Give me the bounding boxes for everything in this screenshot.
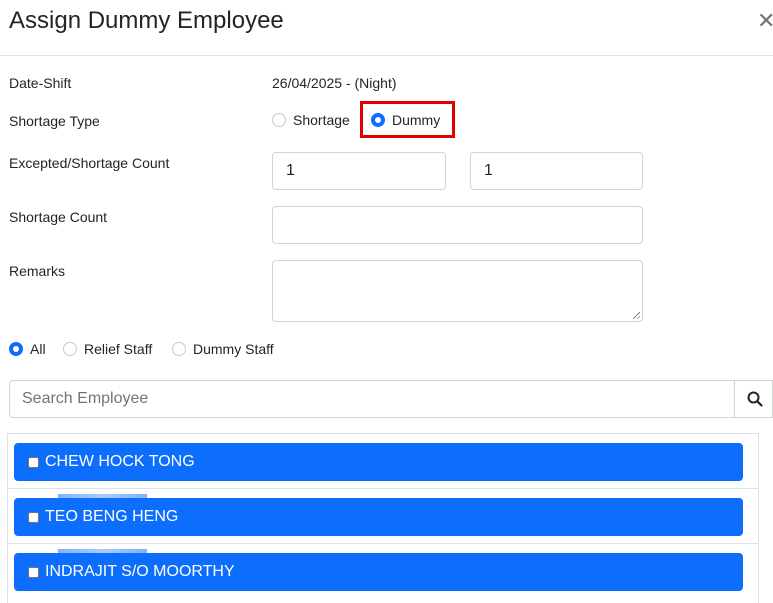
shortage-count-label: Shortage Count	[9, 209, 108, 225]
filter-relief-label: Relief Staff	[84, 341, 153, 357]
employee-name: CHEW HOCK TONG	[45, 453, 195, 470]
radio-shortage-circle[interactable]	[272, 113, 286, 127]
filter-dummy-circle[interactable]	[172, 342, 186, 356]
filter-relief-staff[interactable]: Relief Staff	[63, 341, 152, 357]
radio-shortage[interactable]: Shortage	[272, 112, 350, 128]
search-input[interactable]	[10, 381, 734, 417]
search-button[interactable]	[734, 380, 773, 418]
employee-row[interactable]: CHEW HOCK TONG	[14, 443, 743, 481]
employee-checkbox[interactable]	[28, 511, 39, 523]
date-shift-label: Date-Shift	[9, 75, 72, 91]
expected-count-label: Excepted/Shortage Count	[9, 155, 170, 171]
shortage-type-label: Shortage Type	[9, 113, 100, 129]
shortage-count-input[interactable]	[272, 206, 643, 244]
expected-count-value: 1	[286, 162, 295, 179]
expected-count-input[interactable]: 1	[272, 152, 446, 190]
employee-checkbox[interactable]	[28, 456, 39, 468]
shortage-count-input-2[interactable]: 1	[470, 152, 643, 190]
list-divider	[7, 488, 759, 489]
filter-all[interactable]: All	[9, 341, 46, 357]
employee-checkbox[interactable]	[28, 566, 39, 578]
filter-all-circle[interactable]	[9, 342, 23, 356]
remarks-textarea[interactable]	[272, 260, 643, 322]
filter-dummy-staff[interactable]: Dummy Staff	[172, 341, 274, 357]
radio-shortage-label: Shortage	[293, 112, 350, 128]
search-icon	[747, 391, 763, 407]
modal-title: Assign Dummy Employee	[9, 7, 284, 34]
shortage-count-value-2: 1	[484, 162, 493, 179]
employee-row[interactable]: INDRAJIT S/O MOORTHY	[14, 553, 743, 591]
modal-header: Assign Dummy Employee ✕	[0, 0, 773, 56]
employee-row[interactable]: TEO BENG HENG	[14, 498, 743, 536]
filter-dummy-label: Dummy Staff	[193, 341, 274, 357]
remarks-label: Remarks	[9, 263, 66, 279]
search-group	[9, 380, 773, 418]
list-divider	[7, 543, 759, 544]
close-icon[interactable]: ✕	[757, 9, 773, 33]
resize-handle-icon[interactable]	[633, 312, 640, 319]
employee-name: TEO BENG HENG	[45, 508, 179, 525]
dummy-highlight-box	[360, 101, 455, 138]
filter-all-label: All	[30, 341, 46, 357]
date-shift-value: 26/04/2025 - (Night)	[272, 75, 397, 91]
employee-name: INDRAJIT S/O MOORTHY	[45, 563, 235, 580]
filter-relief-circle[interactable]	[63, 342, 77, 356]
